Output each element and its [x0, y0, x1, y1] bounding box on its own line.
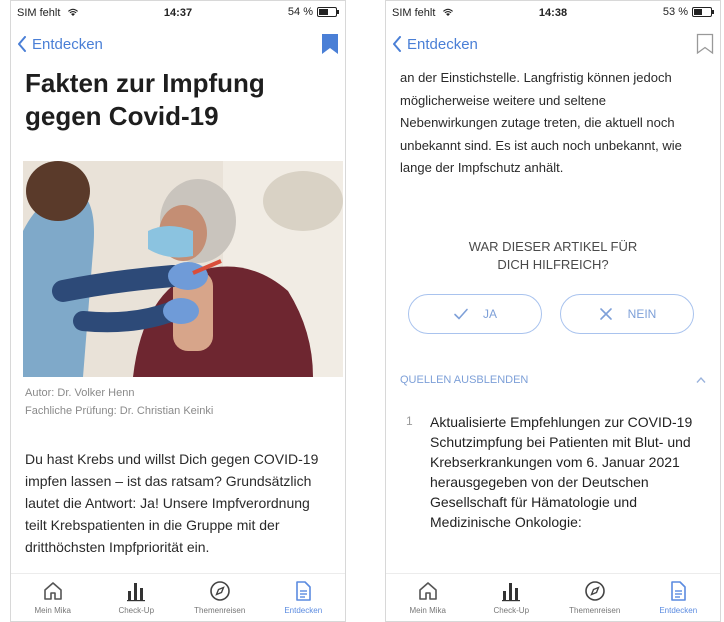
tab-label: Themenreisen — [194, 606, 246, 615]
article-body-text: an der Einstichstelle. Langfristig könne… — [400, 70, 682, 175]
feedback-question-line: WAR DIESER ARTIKEL FÜR — [468, 238, 638, 254]
close-icon — [599, 307, 612, 320]
checkmark-icon — [454, 308, 468, 320]
phone-screen-article-bottom: SIM fehlt 14:38 53 % Entdecken an der Ei… — [385, 0, 721, 622]
tab-label: Mein Mika — [34, 606, 71, 615]
tab-bar: Mein Mika Check-Up Themenreisen Entdecke… — [11, 573, 345, 621]
home-icon — [418, 582, 437, 600]
status-bar: SIM fehlt 14:38 53 % — [386, 1, 720, 25]
feedback-question-line: DICH HILFREICH? — [497, 256, 609, 272]
bookmark-outline-icon[interactable] — [696, 33, 714, 55]
battery-status: 53 % — [662, 6, 714, 18]
article-content: an der Einstichstelle. Langfristig könne… — [386, 67, 720, 532]
tab-themenreisen[interactable]: Themenreisen — [185, 580, 255, 615]
battery-percent: 53 % — [662, 6, 688, 18]
yes-button[interactable]: JA — [408, 293, 542, 334]
phone-screen-article-top: SIM fehlt 14:37 54 % Entdecken Fakten zu… — [10, 0, 346, 622]
back-button[interactable]: Entdecken — [17, 36, 103, 53]
bar-chart-icon — [127, 583, 146, 602]
battery-status: 54 % — [287, 6, 339, 18]
source-list-item: 1 Aktualisierte Empfehlungen zur COVID-1… — [400, 412, 706, 532]
feedback-question: WAR DIESER ARTIKEL FÜR DICH HILFREICH? — [400, 238, 706, 274]
chevron-left-icon — [18, 36, 26, 52]
feedback-buttons: JA NEIN — [400, 293, 706, 334]
back-button[interactable]: Entdecken — [392, 36, 478, 53]
compass-icon — [209, 581, 230, 601]
article-title: Fakten zur Impfung gegen Covid-19 — [25, 68, 265, 131]
sources-toggle-label: QUELLEN AUSBLENDEN — [400, 373, 529, 386]
article-intro: Du hast Krebs und willst Dich gegen COVI… — [25, 451, 319, 555]
back-label: Entdecken — [407, 35, 478, 53]
tab-label: Check-Up — [118, 606, 155, 615]
tab-bar: Mein Mika Check-Up Themenreisen Entdecke… — [386, 573, 720, 621]
source-number: 1 — [406, 413, 413, 428]
chevron-up-icon — [696, 376, 706, 383]
chevron-left-icon — [393, 36, 401, 52]
back-label: Entdecken — [32, 35, 103, 53]
bar-chart-icon — [502, 583, 521, 602]
document-icon — [671, 581, 687, 601]
tab-label: Entdecken — [659, 606, 698, 615]
battery-percent: 54 % — [287, 6, 313, 18]
compass-icon — [584, 581, 605, 601]
sources-toggle[interactable]: QUELLEN AUSBLENDEN — [400, 374, 706, 386]
tab-entdecken[interactable]: Entdecken — [643, 580, 713, 615]
battery-icon — [692, 7, 714, 17]
tab-label: Entdecken — [284, 606, 323, 615]
reviewer-line: Fachliche Prüfung: Dr. Christian Keinki — [25, 405, 214, 417]
yes-label: JA — [482, 306, 497, 321]
home-icon — [43, 582, 62, 600]
tab-label: Check-Up — [493, 606, 530, 615]
tab-entdecken[interactable]: Entdecken — [268, 580, 338, 615]
bookmark-filled-icon[interactable] — [321, 33, 339, 55]
source-text: Aktualisierte Empfehlungen zur COVID-19 … — [430, 413, 693, 530]
author-line: Autor: Dr. Volker Henn — [25, 387, 135, 399]
nav-bar: Entdecken — [386, 27, 720, 61]
no-label: NEIN — [627, 306, 657, 321]
tab-check-up[interactable]: Check-Up — [101, 580, 171, 615]
tab-themenreisen[interactable]: Themenreisen — [560, 580, 630, 615]
no-button[interactable]: NEIN — [560, 293, 694, 334]
article-byline: Autor: Dr. Volker Henn Fachliche Prüfung… — [25, 384, 331, 420]
battery-icon — [317, 7, 339, 17]
tab-check-up[interactable]: Check-Up — [476, 580, 546, 615]
status-bar: SIM fehlt 14:37 54 % — [11, 1, 345, 25]
tab-mein-mika[interactable]: Mein Mika — [18, 580, 88, 615]
tab-mein-mika[interactable]: Mein Mika — [393, 580, 463, 615]
article-hero-image — [23, 161, 343, 377]
tab-label: Mein Mika — [409, 606, 446, 615]
document-icon — [296, 581, 312, 601]
tab-label: Themenreisen — [569, 606, 621, 615]
article-content: Fakten zur Impfung gegen Covid-19 Autor:… — [11, 67, 345, 558]
nav-bar: Entdecken — [11, 27, 345, 61]
